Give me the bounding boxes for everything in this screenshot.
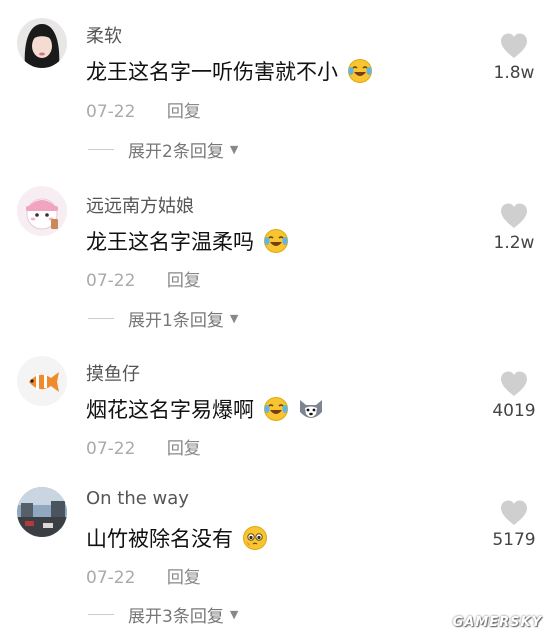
divider [88,149,114,150]
heart-icon [501,500,527,525]
heart-icon [501,203,527,228]
comment-text: 烟花这名字易爆啊 [86,394,325,427]
username[interactable]: 摸鱼仔 [86,360,140,386]
comment-body: 龙王这名字一听伤害就不小 [86,60,338,84]
caret-down-icon: ▼ [229,608,239,621]
reply-button[interactable]: 回复 [167,568,201,588]
comment-body: 山竹被除名没有 [86,527,233,551]
heart-icon [501,371,527,396]
expand-replies[interactable]: 展开2条回复 ▼ [88,137,238,162]
comment-body: 龙王这名字温柔吗 [86,230,254,254]
like-button[interactable]: 1.2w [488,203,540,253]
avatar[interactable] [17,356,67,406]
comment-date: 07-22 [86,271,136,291]
reply-button[interactable]: 回复 [167,102,201,122]
expand-replies-label: 展开2条回复 [128,142,224,162]
avatar[interactable] [17,18,67,68]
pleading-face-emoji-icon [242,525,268,556]
like-button[interactable]: 5179 [488,500,540,550]
avatar[interactable] [17,487,67,537]
comment-text: 龙王这名字温柔吗 [86,226,289,259]
divider [88,614,114,615]
comment-meta: 07-22 回复 [86,97,201,122]
reply-button[interactable]: 回复 [167,439,201,459]
comment-date: 07-22 [86,102,136,122]
comment-meta: 07-22 回复 [86,434,201,459]
expand-replies[interactable]: 展开3条回复 ▼ [88,602,238,627]
divider [88,318,114,319]
comment-body: 烟花这名字易爆啊 [86,398,254,422]
expand-replies[interactable]: 展开1条回复 ▼ [88,306,238,331]
like-button[interactable]: 1.8w [488,33,540,83]
watermark: GAMERSKY [452,615,542,630]
username[interactable]: 远远南方姑娘 [86,192,194,218]
comment-date: 07-22 [86,439,136,459]
like-button[interactable]: 4019 [488,371,540,421]
like-count: 1.8w [493,63,535,83]
comment-meta: 07-22 回复 [86,563,201,588]
like-count: 1.2w [493,233,535,253]
like-count: 4019 [492,401,536,421]
laughing-tears-emoji-icon [263,228,289,259]
username[interactable]: On the way [86,488,189,509]
heart-icon [501,33,527,58]
reply-button[interactable]: 回复 [167,271,201,291]
comment-text: 龙王这名字一听伤害就不小 [86,56,373,89]
like-count: 5179 [492,530,536,550]
expand-replies-label: 展开1条回复 [128,311,224,331]
laughing-tears-emoji-icon [347,58,373,89]
expand-replies-label: 展开3条回复 [128,607,224,627]
avatar[interactable] [17,186,67,236]
laughing-tears-emoji-icon [263,396,289,427]
caret-down-icon: ▼ [229,143,239,156]
caret-down-icon: ▼ [229,312,239,325]
username[interactable]: 柔软 [86,22,122,48]
comment-meta: 07-22 回复 [86,266,201,291]
comment-text: 山竹被除名没有 [86,523,268,556]
comment-date: 07-22 [86,568,136,588]
husky-dog-emoji-icon [297,396,325,427]
